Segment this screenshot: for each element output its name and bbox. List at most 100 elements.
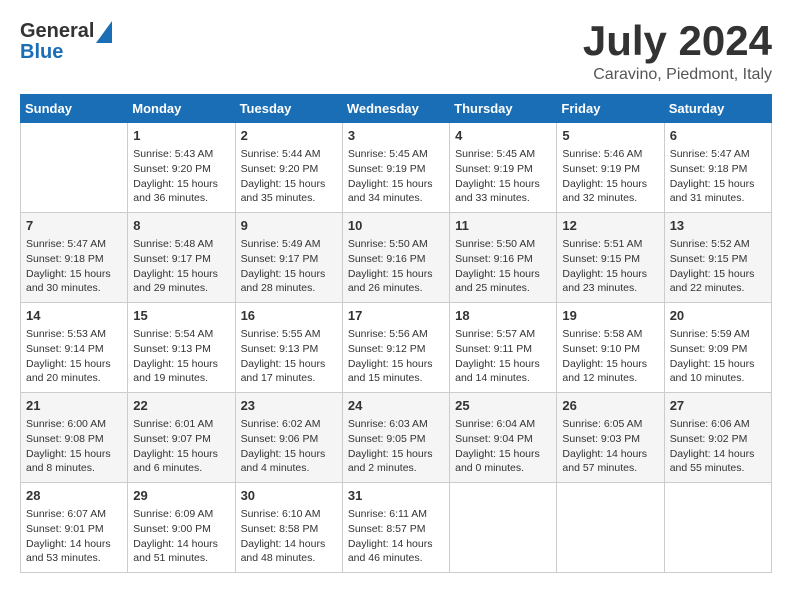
calendar-cell: 30Sunrise: 6:10 AM Sunset: 8:58 PM Dayli… — [235, 483, 342, 573]
day-number: 16 — [241, 307, 337, 325]
day-number: 18 — [455, 307, 551, 325]
day-info: Sunrise: 5:47 AM Sunset: 9:18 PM Dayligh… — [26, 237, 122, 296]
day-info: Sunrise: 5:45 AM Sunset: 9:19 PM Dayligh… — [348, 147, 444, 206]
day-number: 10 — [348, 217, 444, 235]
logo-triangle-icon — [96, 21, 112, 43]
day-number: 20 — [670, 307, 766, 325]
day-info: Sunrise: 6:06 AM Sunset: 9:02 PM Dayligh… — [670, 417, 766, 476]
logo-general: General — [20, 20, 94, 43]
calendar-cell: 20 Sunrise: 5:59 AM Sunset: 9:09 PM Dayli… — [664, 303, 771, 393]
calendar-cell: 27 Sunrise: 6:06 AM Sunset: 9:02 PM Dayli… — [664, 393, 771, 483]
day-number: 6 — [670, 127, 766, 145]
day-number: 7 — [26, 217, 122, 235]
day-number: 28 — [26, 487, 122, 505]
calendar-cell — [664, 483, 771, 573]
calendar-cell: 13Sunrise: 5:52 AM Sunset: 9:15 PM Dayli… — [664, 213, 771, 303]
calendar-cell: 14Sunrise: 5:53 AM Sunset: 9:14 PM Dayli… — [21, 303, 128, 393]
calendar-cell: 8 Sunrise: 5:48 AM Sunset: 9:17 PM Daylig… — [128, 213, 235, 303]
location-title: Caravino, Piedmont, Italy — [583, 66, 772, 84]
day-info: Sunrise: 5:58 AM Sunset: 9:10 PM Dayligh… — [562, 327, 658, 386]
calendar-cell: 10 Sunrise: 5:50 AM Sunset: 9:16 PM Dayli… — [342, 213, 449, 303]
day-number: 27 — [670, 397, 766, 415]
day-info: Sunrise: 5:56 AM Sunset: 9:12 PM Dayligh… — [348, 327, 444, 386]
day-number: 17 — [348, 307, 444, 325]
calendar-cell: 26 Sunrise: 6:05 AM Sunset: 9:03 PM Dayli… — [557, 393, 664, 483]
day-info: Sunrise: 6:11 AM Sunset: 8:57 PM Dayligh… — [348, 507, 444, 566]
day-number: 4 — [455, 127, 551, 145]
day-info: Sunrise: 6:09 AM Sunset: 9:00 PM Dayligh… — [133, 507, 229, 566]
calendar-cell: 2Sunrise: 5:44 AM Sunset: 9:20 PM Daylig… — [235, 123, 342, 213]
day-info: Sunrise: 6:10 AM Sunset: 8:58 PM Dayligh… — [241, 507, 337, 566]
calendar-week-row: 28 Sunrise: 6:07 AM Sunset: 9:01 PM Dayli… — [21, 483, 772, 573]
calendar-table: SundayMondayTuesdayWednesdayThursdayFrid… — [20, 94, 772, 573]
day-info: Sunrise: 6:02 AM Sunset: 9:06 PM Dayligh… — [241, 417, 337, 476]
weekday-header-monday: Monday — [128, 95, 235, 123]
day-number: 1 — [133, 127, 229, 145]
calendar-cell: 15 Sunrise: 5:54 AM Sunset: 9:13 PM Dayli… — [128, 303, 235, 393]
calendar-cell: 22 Sunrise: 6:01 AM Sunset: 9:07 PM Dayli… — [128, 393, 235, 483]
day-info: Sunrise: 5:47 AM Sunset: 9:18 PM Dayligh… — [670, 147, 766, 206]
calendar-cell: 19 Sunrise: 5:58 AM Sunset: 9:10 PM Dayli… — [557, 303, 664, 393]
calendar-cell: 23 Sunrise: 6:02 AM Sunset: 9:06 PM Dayli… — [235, 393, 342, 483]
page-header: General Blue July 2024 Caravino, Piedmon… — [20, 20, 772, 84]
calendar-week-row: 1 Sunrise: 5:43 AM Sunset: 9:20 PM Daylig… — [21, 123, 772, 213]
weekday-header-wednesday: Wednesday — [342, 95, 449, 123]
day-info: Sunrise: 5:53 AM Sunset: 9:14 PM Dayligh… — [26, 327, 122, 386]
day-number: 24 — [348, 397, 444, 415]
day-info: Sunrise: 5:43 AM Sunset: 9:20 PM Dayligh… — [133, 147, 229, 206]
day-info: Sunrise: 5:59 AM Sunset: 9:09 PM Dayligh… — [670, 327, 766, 386]
calendar-cell: 9 Sunrise: 5:49 AM Sunset: 9:17 PM Daylig… — [235, 213, 342, 303]
calendar-cell — [557, 483, 664, 573]
day-number: 12 — [562, 217, 658, 235]
calendar-cell: 17 Sunrise: 5:56 AM Sunset: 9:12 PM Dayli… — [342, 303, 449, 393]
day-info: Sunrise: 5:55 AM Sunset: 9:13 PM Dayligh… — [241, 327, 337, 386]
day-info: Sunrise: 5:50 AM Sunset: 9:16 PM Dayligh… — [455, 237, 551, 296]
day-number: 23 — [241, 397, 337, 415]
day-number: 26 — [562, 397, 658, 415]
day-number: 9 — [241, 217, 337, 235]
calendar-cell: 1 Sunrise: 5:43 AM Sunset: 9:20 PM Daylig… — [128, 123, 235, 213]
calendar-cell: 7 Sunrise: 5:47 AM Sunset: 9:18 PM Daylig… — [21, 213, 128, 303]
day-number: 13 — [670, 217, 766, 235]
calendar-cell: 28 Sunrise: 6:07 AM Sunset: 9:01 PM Dayli… — [21, 483, 128, 573]
calendar-week-row: 21 Sunrise: 6:00 AM Sunset: 9:08 PM Dayli… — [21, 393, 772, 483]
day-info: Sunrise: 5:44 AM Sunset: 9:20 PM Dayligh… — [241, 147, 337, 206]
calendar-cell: 4 Sunrise: 5:45 AM Sunset: 9:19 PM Daylig… — [450, 123, 557, 213]
day-info: Sunrise: 6:00 AM Sunset: 9:08 PM Dayligh… — [26, 417, 122, 476]
day-info: Sunrise: 6:04 AM Sunset: 9:04 PM Dayligh… — [455, 417, 551, 476]
day-number: 5 — [562, 127, 658, 145]
day-number: 29 — [133, 487, 229, 505]
calendar-cell: 16 Sunrise: 5:55 AM Sunset: 9:13 PM Dayli… — [235, 303, 342, 393]
calendar-cell: 21 Sunrise: 6:00 AM Sunset: 9:08 PM Dayli… — [21, 393, 128, 483]
day-number: 22 — [133, 397, 229, 415]
day-info: Sunrise: 5:48 AM Sunset: 9:17 PM Dayligh… — [133, 237, 229, 296]
day-info: Sunrise: 5:54 AM Sunset: 9:13 PM Dayligh… — [133, 327, 229, 386]
day-info: Sunrise: 5:49 AM Sunset: 9:17 PM Dayligh… — [241, 237, 337, 296]
day-info: Sunrise: 5:57 AM Sunset: 9:11 PM Dayligh… — [455, 327, 551, 386]
day-info: Sunrise: 6:05 AM Sunset: 9:03 PM Dayligh… — [562, 417, 658, 476]
calendar-week-row: 14Sunrise: 5:53 AM Sunset: 9:14 PM Dayli… — [21, 303, 772, 393]
day-number: 19 — [562, 307, 658, 325]
day-info: Sunrise: 5:45 AM Sunset: 9:19 PM Dayligh… — [455, 147, 551, 206]
day-info: Sunrise: 6:01 AM Sunset: 9:07 PM Dayligh… — [133, 417, 229, 476]
day-number: 21 — [26, 397, 122, 415]
calendar-cell: 3 Sunrise: 5:45 AM Sunset: 9:19 PM Daylig… — [342, 123, 449, 213]
calendar-cell: 18 Sunrise: 5:57 AM Sunset: 9:11 PM Dayli… — [450, 303, 557, 393]
weekday-header-thursday: Thursday — [450, 95, 557, 123]
day-number: 3 — [348, 127, 444, 145]
logo-blue: Blue — [20, 41, 112, 64]
day-number: 8 — [133, 217, 229, 235]
title-block: July 2024 Caravino, Piedmont, Italy — [583, 20, 772, 84]
day-number: 11 — [455, 217, 551, 235]
month-title: July 2024 — [583, 20, 772, 62]
day-info: Sunrise: 5:50 AM Sunset: 9:16 PM Dayligh… — [348, 237, 444, 296]
calendar-cell: 5Sunrise: 5:46 AM Sunset: 9:19 PM Daylig… — [557, 123, 664, 213]
day-number: 31 — [348, 487, 444, 505]
logo: General Blue — [20, 20, 112, 64]
weekday-header-saturday: Saturday — [664, 95, 771, 123]
day-number: 15 — [133, 307, 229, 325]
day-info: Sunrise: 6:07 AM Sunset: 9:01 PM Dayligh… — [26, 507, 122, 566]
day-info: Sunrise: 5:51 AM Sunset: 9:15 PM Dayligh… — [562, 237, 658, 296]
weekday-header-friday: Friday — [557, 95, 664, 123]
calendar-cell: 11 Sunrise: 5:50 AM Sunset: 9:16 PM Dayli… — [450, 213, 557, 303]
